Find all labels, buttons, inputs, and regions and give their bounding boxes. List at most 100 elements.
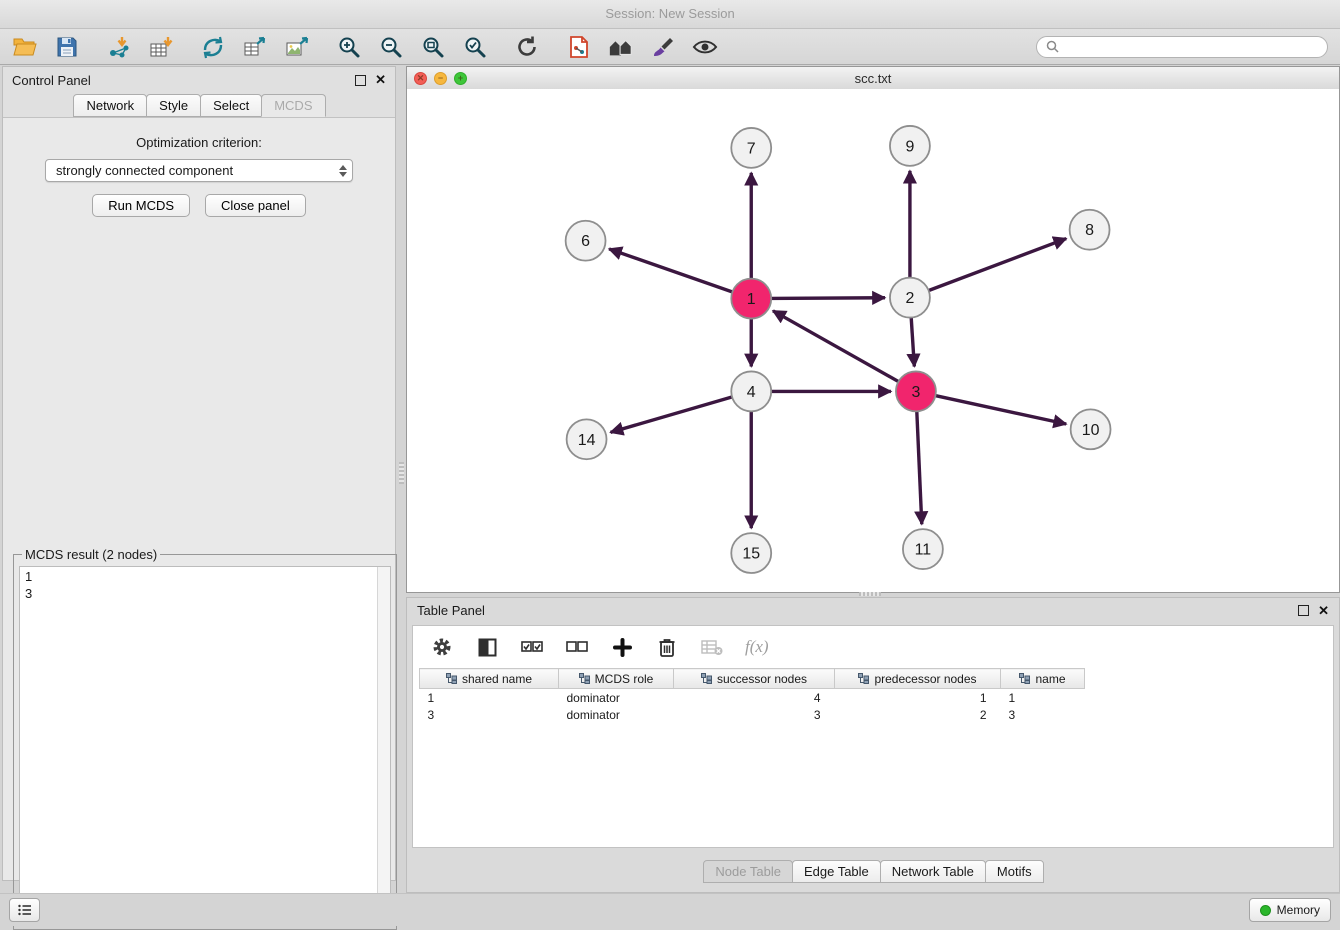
table-cell[interactable]: dominator (559, 689, 674, 707)
column-header-label: shared name (462, 672, 532, 686)
node-1[interactable]: 1 (731, 279, 771, 319)
column-header-MCDS-role[interactable]: MCDS role (559, 669, 674, 689)
delete-table-icon[interactable] (700, 635, 724, 659)
task-history-button[interactable] (9, 898, 40, 922)
zoom-selected-icon[interactable] (462, 34, 488, 60)
import-network-icon[interactable] (106, 34, 132, 60)
search-box[interactable] (1036, 36, 1328, 58)
refresh-layout-icon[interactable] (514, 34, 540, 60)
table-cell[interactable]: 1 (835, 689, 1001, 707)
column-header-name[interactable]: name (1001, 669, 1085, 689)
node-3[interactable]: 3 (896, 371, 936, 411)
tree-icon (446, 673, 457, 684)
node-7[interactable]: 7 (731, 128, 771, 168)
edge-3-10[interactable] (933, 395, 1066, 424)
tree-icon (701, 673, 712, 684)
zoom-window-button[interactable]: + (454, 72, 467, 85)
edge-2-8[interactable] (927, 239, 1066, 292)
network-from-selection-icon[interactable] (200, 34, 226, 60)
delete-column-icon[interactable] (655, 635, 679, 659)
tab-network-table[interactable]: Network Table (880, 860, 986, 883)
network-graph[interactable]: 7 9 6 8 1 2 4 3 14 10 15 11 (407, 89, 1339, 592)
optimization-criterion-dropdown[interactable]: strongly connected component (45, 159, 353, 182)
close-table-panel-icon[interactable]: ✕ (1318, 606, 1329, 616)
table-cell[interactable]: 3 (1001, 706, 1085, 723)
column-selector-icon[interactable] (475, 635, 499, 659)
mcds-result-groupbox: MCDS result (2 nodes) 13 (13, 547, 397, 930)
node-15[interactable]: 15 (731, 533, 771, 573)
function-builder-icon[interactable]: f(x) (745, 637, 769, 657)
tab-motifs[interactable]: Motifs (985, 860, 1044, 883)
close-panel-icon[interactable]: ✕ (375, 75, 386, 85)
edge-3-1[interactable] (773, 311, 900, 383)
edge-1-2[interactable] (769, 298, 885, 299)
table-cell[interactable]: 1 (1001, 689, 1085, 707)
table-cell[interactable]: 4 (674, 689, 835, 707)
zoom-fit-icon[interactable] (420, 34, 446, 60)
memory-label: Memory (1277, 903, 1320, 917)
edge-3-11[interactable] (917, 409, 922, 524)
float-table-panel-icon[interactable] (1298, 605, 1309, 616)
edge-1-6[interactable] (609, 249, 734, 293)
result-scrollbar[interactable] (377, 567, 390, 923)
table-cell[interactable]: 1 (420, 689, 559, 707)
column-header-successor-nodes[interactable]: successor nodes (674, 669, 835, 689)
table-row[interactable]: 3dominator323 (420, 706, 1085, 723)
node-11[interactable]: 11 (903, 529, 943, 569)
style-brush-icon[interactable] (650, 34, 676, 60)
table-cell[interactable]: dominator (559, 706, 674, 723)
export-image-icon[interactable] (284, 34, 310, 60)
network-window-titlebar[interactable]: ✕ − + scc.txt (407, 67, 1339, 90)
run-mcds-button[interactable]: Run MCDS (92, 194, 190, 217)
open-session-icon[interactable] (12, 34, 38, 60)
horizontal-splitter-grip[interactable] (859, 592, 881, 596)
home-networks-icon[interactable] (608, 34, 634, 60)
column-header-predecessor-nodes[interactable]: predecessor nodes (835, 669, 1001, 689)
memory-button[interactable]: Memory (1249, 898, 1331, 922)
zoom-out-icon[interactable] (378, 34, 404, 60)
table-row[interactable]: 1dominator411 (420, 689, 1085, 707)
float-panel-icon[interactable] (355, 75, 366, 86)
save-session-icon[interactable] (54, 34, 80, 60)
annotation-document-icon[interactable] (566, 34, 592, 60)
node-6[interactable]: 6 (566, 221, 606, 261)
node-10[interactable]: 10 (1071, 409, 1111, 449)
svg-text:15: 15 (742, 546, 760, 563)
network-canvas[interactable]: 7 9 6 8 1 2 4 3 14 10 15 11 (407, 89, 1339, 592)
tab-select[interactable]: Select (200, 94, 262, 117)
node-9[interactable]: 9 (890, 126, 930, 166)
node-4[interactable]: 4 (731, 371, 771, 411)
table-cell[interactable]: 2 (835, 706, 1001, 723)
show-hide-eye-icon[interactable] (692, 34, 718, 60)
table-from-selection-icon[interactable] (242, 34, 268, 60)
node-2[interactable]: 2 (890, 278, 930, 318)
minimize-window-button[interactable]: − (434, 72, 447, 85)
import-table-icon[interactable] (148, 34, 174, 60)
vertical-splitter-grip[interactable] (399, 462, 404, 484)
tab-edge-table[interactable]: Edge Table (792, 860, 881, 883)
tab-node-table[interactable]: Node Table (703, 860, 793, 883)
tab-mcds[interactable]: MCDS (261, 94, 325, 117)
column-header-shared-name[interactable]: shared name (420, 669, 559, 689)
table-cell[interactable]: 3 (674, 706, 835, 723)
settings-gear-icon[interactable] (430, 635, 454, 659)
table-cell[interactable]: 3 (420, 706, 559, 723)
mcds-result-list[interactable]: 13 (19, 566, 391, 924)
zoom-in-icon[interactable] (336, 34, 362, 60)
deselect-all-checks-icon[interactable] (565, 635, 589, 659)
close-panel-button[interactable]: Close panel (205, 194, 306, 217)
dropdown-stepper-icon (339, 165, 347, 177)
edge-2-3[interactable] (911, 316, 914, 367)
select-all-checks-icon[interactable] (520, 635, 544, 659)
table-panel-title: Table Panel (417, 603, 485, 618)
mcds-buttons-row: Run MCDS Close panel (3, 194, 395, 217)
node-8[interactable]: 8 (1070, 210, 1110, 250)
node-14[interactable]: 14 (567, 419, 607, 459)
edge-4-14[interactable] (611, 396, 734, 432)
search-input[interactable] (1065, 38, 1318, 55)
tab-network[interactable]: Network (73, 94, 147, 117)
window-titlebar: Session: New Session (0, 0, 1340, 29)
close-window-button[interactable]: ✕ (414, 72, 427, 85)
tab-style[interactable]: Style (146, 94, 201, 117)
add-column-icon[interactable] (610, 635, 634, 659)
